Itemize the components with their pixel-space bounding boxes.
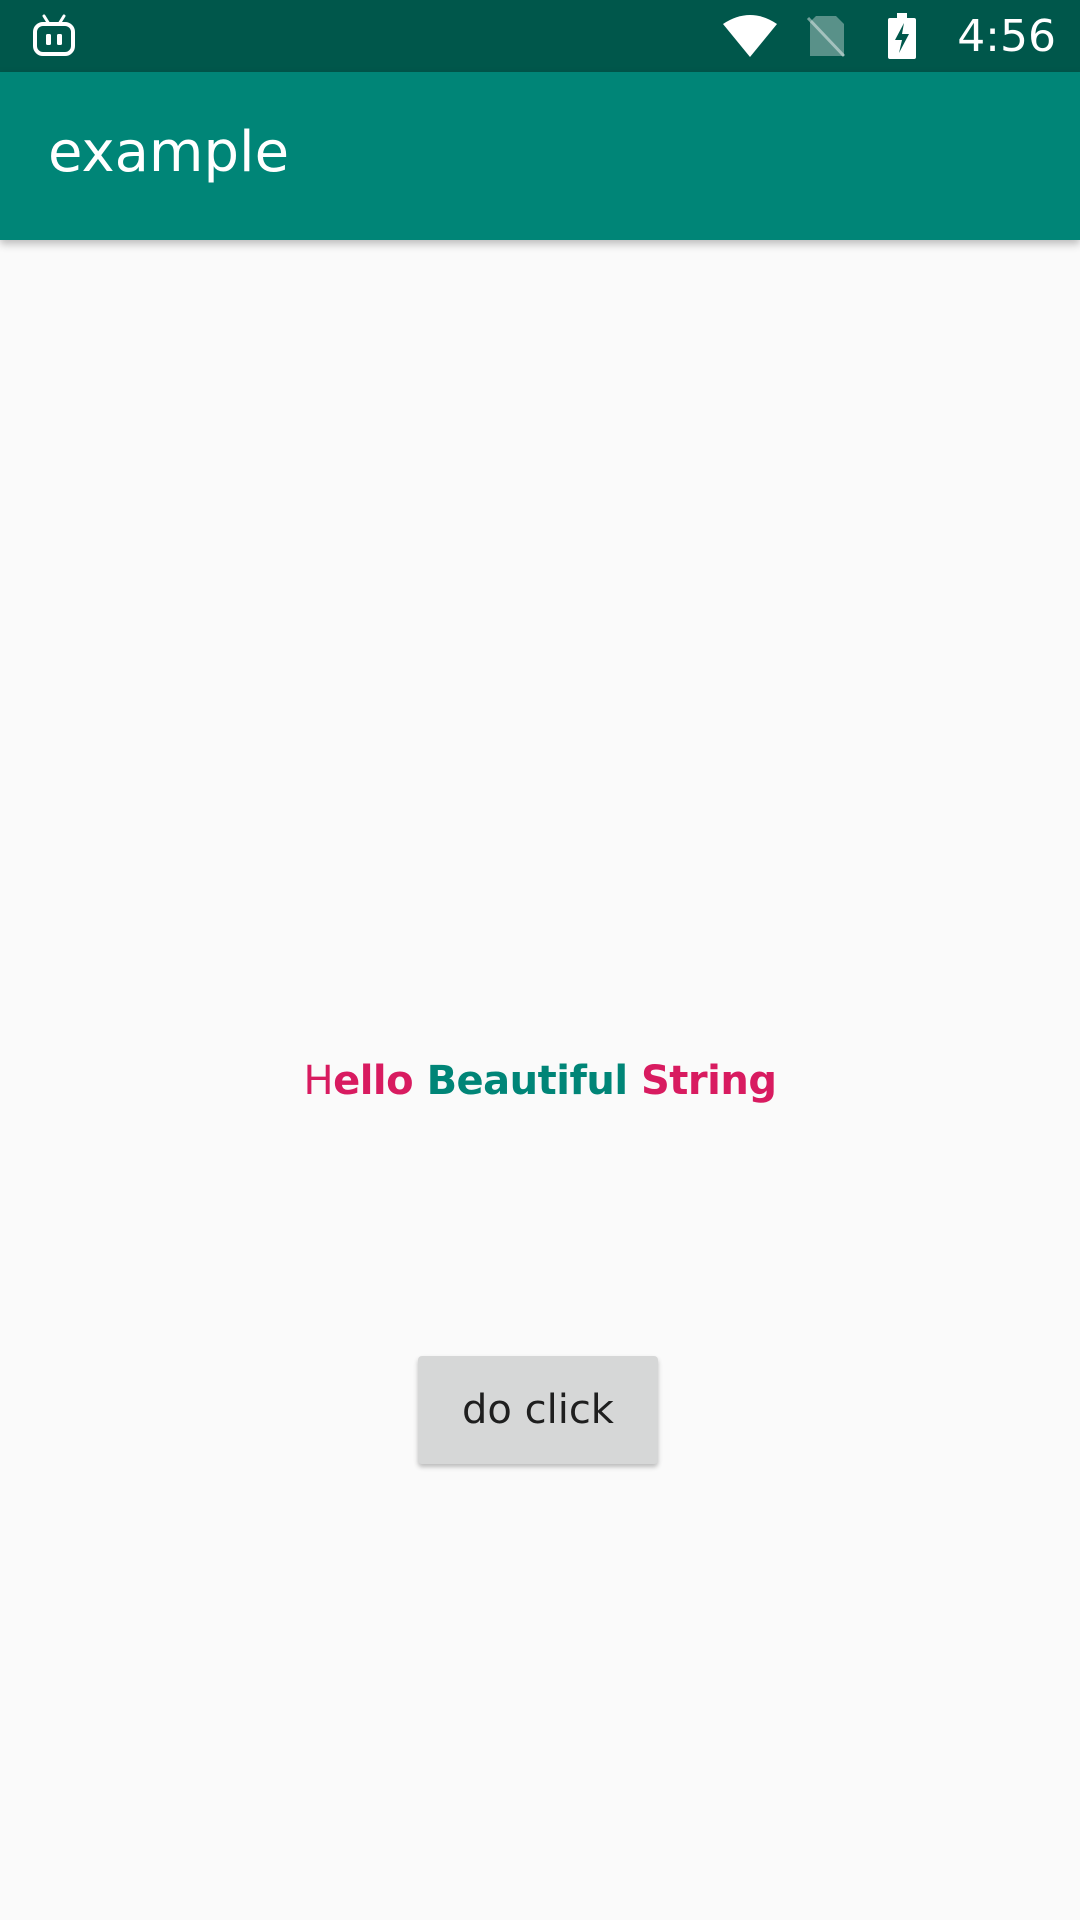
styled-text-segment-string: String [641, 1058, 777, 1104]
app-bar: example [0, 72, 1080, 240]
main-content: Hello Beautiful String do click [0, 240, 1080, 1920]
styled-text-segment-h: H [303, 1058, 334, 1104]
status-bar: 4:56 [0, 0, 1080, 72]
status-time: 4:56 [957, 10, 1056, 62]
do-click-button[interactable]: do click [418, 1356, 658, 1464]
screen: 4:56 example Hello Beautiful String do c… [0, 0, 1080, 1920]
battery-charging-icon [875, 12, 929, 60]
app-title: example [48, 120, 290, 185]
styled-text-view: Hello Beautiful String [0, 1058, 1080, 1104]
wifi-icon [723, 12, 778, 60]
styled-text-segment-beautiful: Beautiful [426, 1058, 641, 1104]
styled-text-segment-ello: ello [333, 1058, 427, 1104]
android-debug-icon [32, 14, 76, 58]
status-icons: 4:56 [723, 0, 1056, 72]
no-sim-icon [799, 12, 853, 60]
